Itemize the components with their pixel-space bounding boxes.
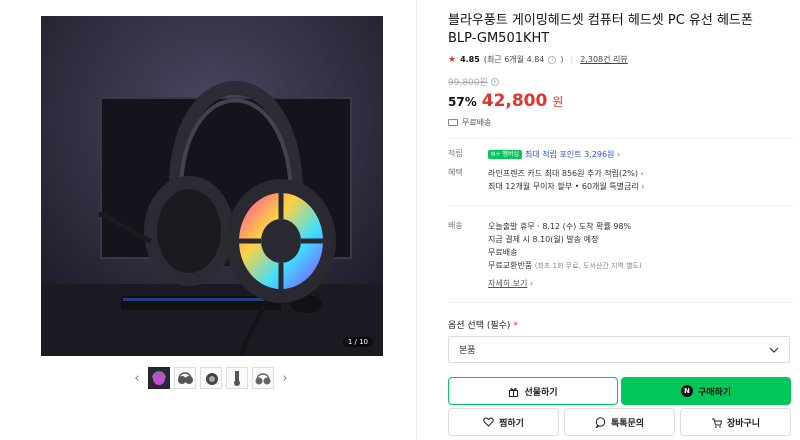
required-mark: *: [513, 321, 518, 331]
cart-button[interactable]: 장바구니: [680, 408, 791, 436]
delivery-row: 배송 오늘출발 휴무 · 8.12 (수) 도착 확률 98% 지금 결제 시 …: [448, 220, 642, 290]
delivery-line-1: 오늘출발 휴무 · 8.12 (수) 도착 확률 98%: [488, 222, 632, 231]
sale-price: 42,800: [481, 91, 548, 111]
chevron-right-icon[interactable]: ›: [278, 371, 292, 386]
delivery-line-3: 무료배송: [488, 248, 518, 257]
rating-note: (최근 6개월 4.84: [483, 55, 545, 64]
option-label: 옵션 선택 (필수) *: [448, 318, 518, 331]
benefit-installment-link[interactable]: 최대 12개월 무이자 할부 • 60개월 특별금리 ›: [488, 180, 645, 193]
option-label-text: 옵션 선택 (필수): [448, 321, 511, 331]
benefit-installment-text: 최대 12개월 무이자 할부 • 60개월 특별금리: [488, 182, 639, 191]
product-info: 블라우풍트 게이밍헤드셋 컴퓨터 헤드셋 PC 유선 헤드폰 BLP-GM501…: [448, 12, 793, 128]
review-count-link[interactable]: 2,308건 리뷰: [580, 54, 628, 65]
thumbnail-2[interactable]: [174, 367, 196, 389]
chevron-left-icon[interactable]: ‹: [130, 371, 144, 386]
thumbnail-3[interactable]: [200, 367, 222, 389]
headset-thumb-icon: [255, 373, 271, 385]
delivery-label: 배송: [448, 221, 463, 230]
price-row: 57% 42,800 원: [448, 91, 793, 111]
delivery-line-2: 지금 결제 시 8.10(월) 발송 예정: [488, 235, 599, 244]
points-label: 적립: [448, 149, 463, 158]
delivery-more-link[interactable]: 자세히 보기 ›: [488, 277, 642, 290]
return-policy: 무료교환반품: [488, 261, 533, 270]
image-counter: 1 / 10: [342, 337, 373, 347]
thumbnail-5[interactable]: [252, 367, 274, 389]
thumbnail-4[interactable]: [226, 367, 248, 389]
headset-thumb-icon: [178, 372, 193, 384]
talk-button[interactable]: 톡톡문의: [564, 408, 675, 436]
return-policy-note: (최초 1회 무료, 도서산간 지역 별도): [534, 262, 642, 270]
headset-thumb-icon: [152, 371, 166, 385]
chevron-right-icon: ›: [616, 150, 621, 159]
column-divider: [416, 0, 417, 440]
membership-badge: N+ 멤버십: [488, 150, 522, 159]
chevron-right-icon: ›: [641, 182, 645, 191]
shipping-badge: 무료배송: [448, 117, 793, 128]
section-divider: [448, 138, 793, 139]
chevron-down-icon: [769, 347, 779, 353]
info-icon[interactable]: i: [548, 55, 557, 64]
product-title: 블라우풍트 게이밍헤드셋 컴퓨터 헤드셋 PC 유선 헤드폰 BLP-GM501…: [448, 13, 753, 46]
benefits-row: 혜택 라인프렌즈 카드 최대 856원 추가 적립(2%) › 최대 12개월 …: [448, 167, 645, 193]
thumbnail-strip: ‹ ›: [130, 364, 300, 392]
gift-button-label: 선물하기: [524, 387, 558, 398]
points-link[interactable]: N+ 멤버십 최대 적립 포인트 3,296원 ›: [488, 148, 620, 161]
currency-unit: 원: [552, 95, 564, 109]
points-text: 최대 적립 포인트 3,296원: [524, 150, 615, 159]
chevron-right-icon: ›: [529, 279, 534, 288]
heart-icon: [483, 417, 494, 427]
cart-icon: [711, 418, 722, 428]
original-price-value: 99,800원: [448, 78, 488, 88]
original-price: 99,800원 i: [448, 75, 793, 88]
headset-thumb-icon: [206, 373, 218, 385]
rating-value: 4.85: [460, 55, 480, 64]
benefits-label: 혜택: [448, 168, 463, 177]
option-selected-value: 본품: [459, 346, 476, 356]
shipping-badge-text: 무료배송: [462, 118, 492, 127]
star-icon: ★: [448, 54, 457, 65]
headset-thumb-icon: [234, 371, 240, 386]
rating-row: ★ 4.85 (최근 6개월 4.84 i) | 2,308건 리뷰: [448, 54, 628, 65]
naver-pay-icon: N: [680, 385, 693, 397]
section-divider: [448, 302, 793, 303]
truck-icon: [448, 119, 458, 126]
wish-button-label: 찜하기: [499, 418, 524, 429]
buy-button[interactable]: N 구매하기: [621, 377, 791, 405]
gift-button[interactable]: 선물하기: [448, 377, 618, 405]
option-select[interactable]: 본품: [448, 336, 790, 363]
gift-icon: [509, 387, 519, 397]
talk-button-label: 톡톡문의: [610, 418, 645, 429]
headset-photo: [41, 16, 383, 356]
buy-button-label: 구매하기: [697, 387, 732, 398]
chat-icon: [595, 416, 606, 428]
cart-button-label: 장바구니: [726, 418, 761, 429]
divider: |: [570, 55, 574, 64]
delivery-more-text: 자세히 보기: [488, 279, 528, 288]
delivery-line-4: 무료교환반품 (최초 1회 무료, 도서산간 지역 별도): [488, 259, 642, 273]
discount-rate: 57%: [448, 95, 477, 109]
chevron-right-icon: ›: [640, 169, 644, 178]
thumbnail-1[interactable]: [148, 367, 170, 389]
points-row: 적립 N+ 멤버십 최대 적립 포인트 3,296원 ›: [448, 148, 620, 161]
benefit-card-text: 라인프렌즈 카드 최대 856원 추가 적립(2%): [488, 169, 638, 178]
section-divider: [448, 205, 793, 206]
product-main-image[interactable]: 1 / 10: [41, 16, 383, 356]
wish-button[interactable]: 찜하기: [448, 408, 559, 436]
info-icon[interactable]: i: [490, 77, 499, 86]
benefit-card-link[interactable]: 라인프렌즈 카드 최대 856원 추가 적립(2%) ›: [488, 167, 645, 180]
